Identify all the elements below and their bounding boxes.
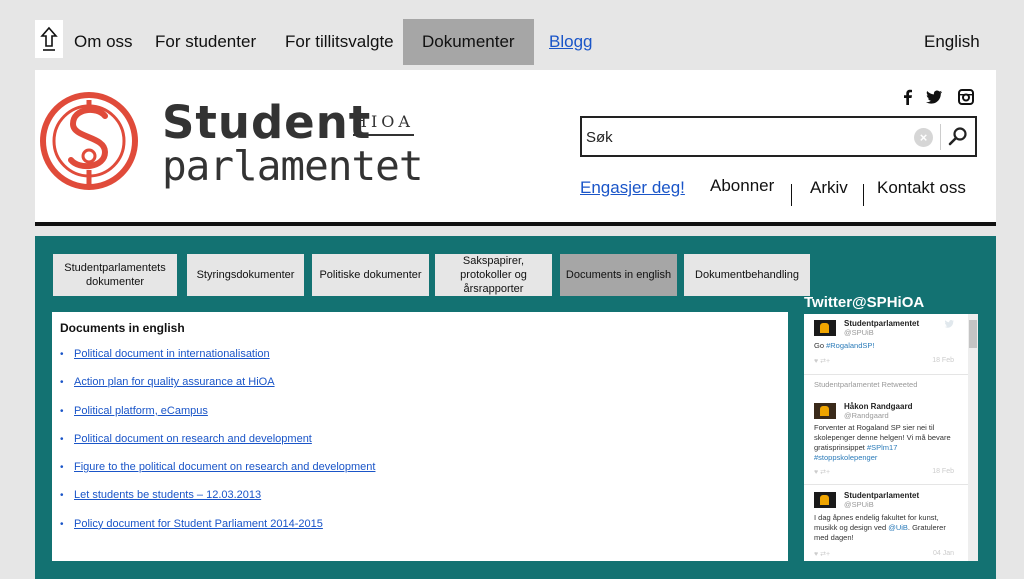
tweet-meta: ♥ ⇄+ 04 Jan <box>814 550 958 558</box>
document-link[interactable]: Policy document for Student Parliament 2… <box>74 518 323 531</box>
tweet-text: Go #RogalandSP! <box>814 341 962 351</box>
document-link[interactable]: Political platform, eCampus <box>74 405 208 418</box>
tab-studentparlamentets-dokumenter[interactable]: Studentparlamentets dokumenter <box>53 254 177 296</box>
documents-title: Documents in english <box>60 321 185 335</box>
tab-politiske-dokumenter[interactable]: Politiske dokumenter <box>312 254 429 296</box>
tweet-author-handle[interactable]: @SPUiB <box>844 328 874 337</box>
nav-for-tillitsvalgte[interactable]: For tillitsvalgte <box>285 19 394 65</box>
kontakt-oss-link[interactable]: Kontakt oss <box>877 178 966 198</box>
list-item: • Political document in internationalisat… <box>60 348 375 376</box>
bullet: • <box>60 518 64 530</box>
logo-text-hioa: HIOA <box>353 112 414 136</box>
documents-list: • Political document in internationalisat… <box>60 348 375 546</box>
tweet-meta: ♥ ⇄+ 18 Feb <box>814 357 958 365</box>
search-icon[interactable] <box>946 125 970 149</box>
retweet-label: Studentparlamentet Retweeted <box>814 380 918 389</box>
list-item: • Figure to the political document on res… <box>60 461 375 489</box>
instagram-icon[interactable] <box>957 88 975 106</box>
nav-dokumenter[interactable]: Dokumenter <box>403 19 534 65</box>
engasjer-deg-link[interactable]: Engasjer deg! <box>580 178 685 198</box>
twitter-icon[interactable] <box>925 88 943 106</box>
tweet-author-handle[interactable]: @Randgaard <box>844 411 889 420</box>
tab-documents-in-english[interactable]: Documents in english <box>560 254 677 296</box>
bullet: • <box>60 462 64 474</box>
avatar[interactable] <box>814 320 836 336</box>
document-link[interactable]: Political document on research and devel… <box>74 433 312 446</box>
tab-styringsdokumenter[interactable]: Styringsdokumenter <box>187 254 304 296</box>
avatar[interactable] <box>814 403 836 419</box>
tweet-date[interactable]: 18 Feb <box>932 357 954 364</box>
document-link[interactable]: Let students be students – 12.03.2013 <box>74 489 261 502</box>
bullet: • <box>60 377 64 389</box>
tweet-divider <box>804 484 968 485</box>
nav-for-studenter[interactable]: For studenter <box>155 19 256 65</box>
bullet: • <box>60 349 64 360</box>
tweet-date[interactable]: 18 Feb <box>932 468 954 475</box>
tweet[interactable]: Studentparlamentet @SPUiB I dag åpnes en… <box>804 486 968 561</box>
bullet: • <box>60 490 64 502</box>
clear-search-icon[interactable]: × <box>914 128 933 147</box>
tweet-author-name[interactable]: Håkon Randgaard <box>844 402 912 411</box>
home-arrow-icon <box>40 26 58 51</box>
tweet-text-body: Go <box>814 341 827 350</box>
twitter-bird-icon <box>944 320 954 328</box>
abonner-link[interactable]: Abonner <box>710 176 774 196</box>
tweet-author-handle[interactable]: @SPUiB <box>844 500 874 509</box>
list-item: • Action plan for quality assurance at Hi… <box>60 376 375 404</box>
document-link[interactable]: Figure to the political document on rese… <box>74 461 375 474</box>
search-box: × <box>580 116 977 157</box>
arkiv-link[interactable]: Arkiv <box>810 178 848 198</box>
tab-dokumentbehandling[interactable]: Dokumentbehandling <box>684 254 810 296</box>
site-header: Student HIOA parlamentet × Engasjer deg!… <box>35 70 996 226</box>
list-item: • Political platform, eCampus <box>60 405 375 433</box>
tweet-date[interactable]: 04 Jan <box>933 550 954 557</box>
search-divider <box>940 124 941 150</box>
tweet-actions[interactable]: ♥ ⇄+ <box>814 551 830 558</box>
tweet[interactable]: Studentparlamentet @SPUiB Go #RogalandSP… <box>804 314 968 374</box>
link-separator <box>863 184 864 206</box>
list-item: • Policy document for Student Parliament … <box>60 518 375 546</box>
home-button[interactable] <box>35 20 63 58</box>
document-link[interactable]: Political document in internationalisati… <box>74 348 270 361</box>
tweet-actions[interactable]: ♥ ⇄+ <box>814 358 830 365</box>
tab-sakspapirer[interactable]: Sakspapirer, protokoller og årsrapporter <box>435 254 552 296</box>
list-item: • Political document on research and deve… <box>60 433 375 461</box>
document-link[interactable]: Action plan for quality assurance at HiO… <box>74 376 275 389</box>
tweet[interactable]: Studentparlamentet Retweeted Håkon Randg… <box>804 376 968 484</box>
tweet-author-name[interactable]: Studentparlamentet <box>844 319 919 328</box>
language-switch-english[interactable]: English <box>924 32 980 52</box>
facebook-icon[interactable] <box>899 88 917 106</box>
twitter-widget-title[interactable]: Twitter@SPHiOA <box>804 294 924 311</box>
bullet: • <box>60 433 64 445</box>
tweet-meta: ♥ ⇄+ 18 Feb <box>814 468 958 476</box>
bullet: • <box>60 405 64 417</box>
content-area: Studentparlamentets dokumenter Styringsd… <box>35 236 996 579</box>
tweet-text: I dag åpnes endelig fakultet for kunst, … <box>814 513 962 543</box>
logo-text-parlamentet: parlamentet <box>162 142 424 190</box>
avatar[interactable] <box>814 492 836 508</box>
tweet-author-name[interactable]: Studentparlamentet <box>844 491 919 500</box>
top-navigation: Om oss For studenter For tillitsvalgte D… <box>0 0 1024 70</box>
tweet-text: Forventer at Rogaland SP sier nei til sk… <box>814 423 962 463</box>
nav-blogg[interactable]: Blogg <box>549 19 592 65</box>
tweet-mention[interactable]: @UiB <box>888 523 908 532</box>
twitter-feed[interactable]: Studentparlamentet @SPUiB Go #RogalandSP… <box>804 314 978 561</box>
scrollbar-thumb[interactable] <box>969 320 977 348</box>
student-parliament-logo-icon[interactable] <box>39 86 139 196</box>
search-input[interactable] <box>586 124 896 150</box>
nav-om-oss[interactable]: Om oss <box>74 19 133 65</box>
documents-panel: Documents in english • Political document… <box>52 312 788 561</box>
tweet-hashtag[interactable]: #RogalandSP! <box>826 341 874 350</box>
list-item: • Let students be students – 12.03.2013 <box>60 489 375 517</box>
tweet-actions[interactable]: ♥ ⇄+ <box>814 469 830 476</box>
link-separator <box>791 184 792 206</box>
twitter-scrollbar[interactable] <box>968 314 978 561</box>
tweet-divider <box>804 374 968 375</box>
